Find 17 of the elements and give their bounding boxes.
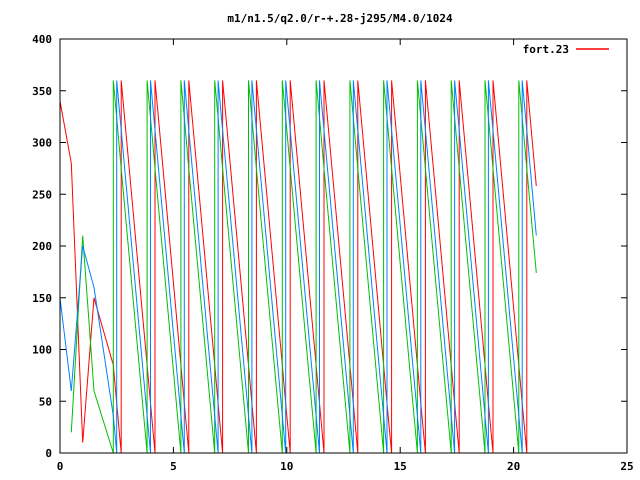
y-tick-label: 350	[32, 84, 52, 98]
y-tick-label: 300	[32, 136, 52, 150]
x-tick-label: 20	[506, 460, 520, 473]
y-tick-label: 250	[32, 188, 52, 202]
y-tick-label: 200	[32, 240, 52, 253]
y-tick-label: 50	[38, 395, 52, 408]
x-tick-label: 15	[394, 460, 407, 473]
x-tick-label: 25	[620, 460, 634, 473]
y-tick-label: 150	[32, 292, 52, 305]
legend-label: fort.23	[522, 43, 569, 56]
y-tick-label: 0	[45, 447, 52, 460]
x-tick-label: 5	[170, 460, 177, 473]
y-tick-label: 400	[32, 33, 52, 46]
x-tick-label: 0	[56, 460, 64, 473]
x-tick-label: 10	[280, 460, 294, 473]
chart-title: m1/n1.5/q2.0/r-+.28-j295/M4.0/1024	[227, 12, 453, 25]
y-tick-label: 100	[32, 344, 52, 356]
